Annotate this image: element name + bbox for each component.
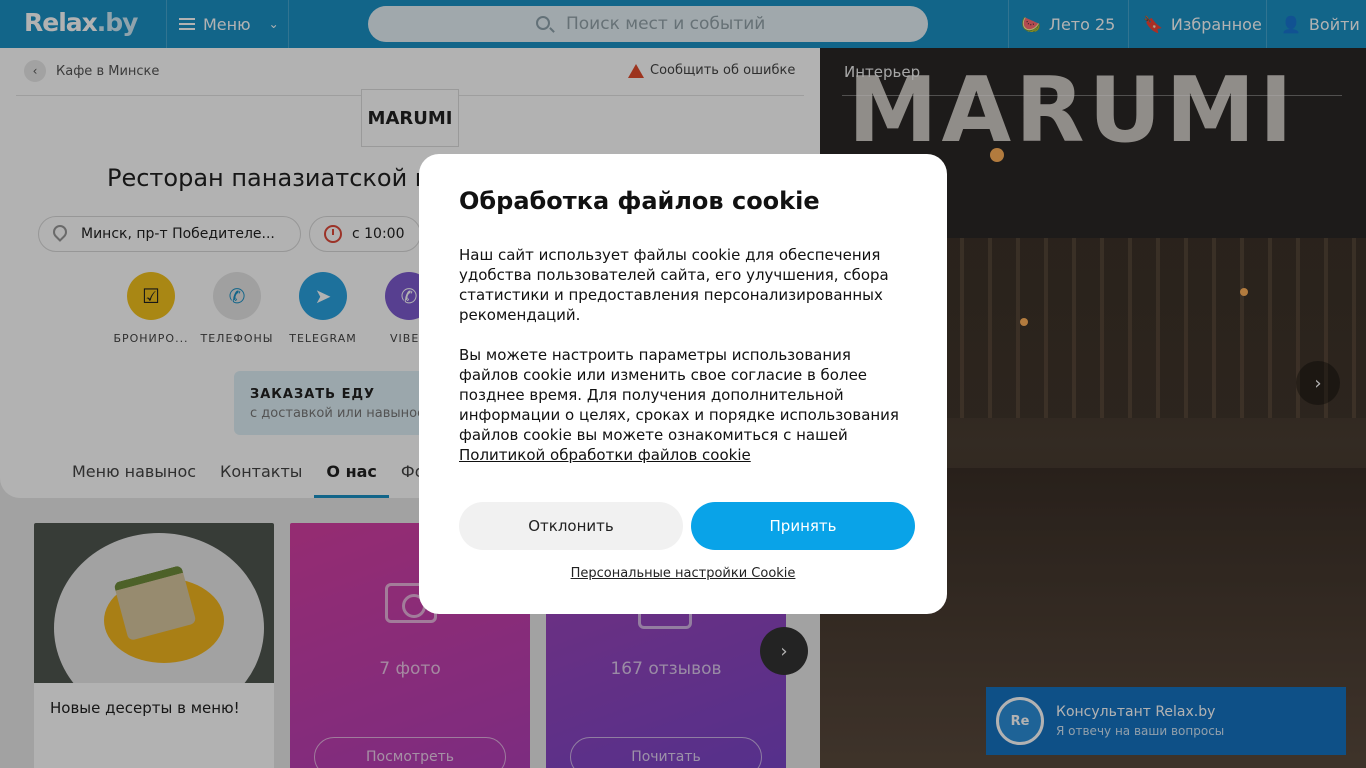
decline-button[interactable]: Отклонить <box>459 502 683 550</box>
cookie-policy-link[interactable]: Политикой обработки файлов cookie <box>459 446 751 464</box>
cookie-buttons: Отклонить Принять <box>459 502 915 550</box>
cookie-paragraph-2-text: Вы можете настроить параметры использова… <box>459 346 899 444</box>
cookie-title: Обработка файлов cookie <box>459 187 820 215</box>
personal-cookie-settings-link[interactable]: Персональные настройки Cookie <box>419 566 947 581</box>
cookie-dialog: Обработка файлов cookie Наш сайт использ… <box>419 154 947 614</box>
cookie-paragraph-1: Наш сайт использует файлы cookie для обе… <box>459 246 889 324</box>
accept-button[interactable]: Принять <box>691 502 915 550</box>
cookie-paragraph-2: Вы можете настроить параметры использова… <box>459 345 907 465</box>
